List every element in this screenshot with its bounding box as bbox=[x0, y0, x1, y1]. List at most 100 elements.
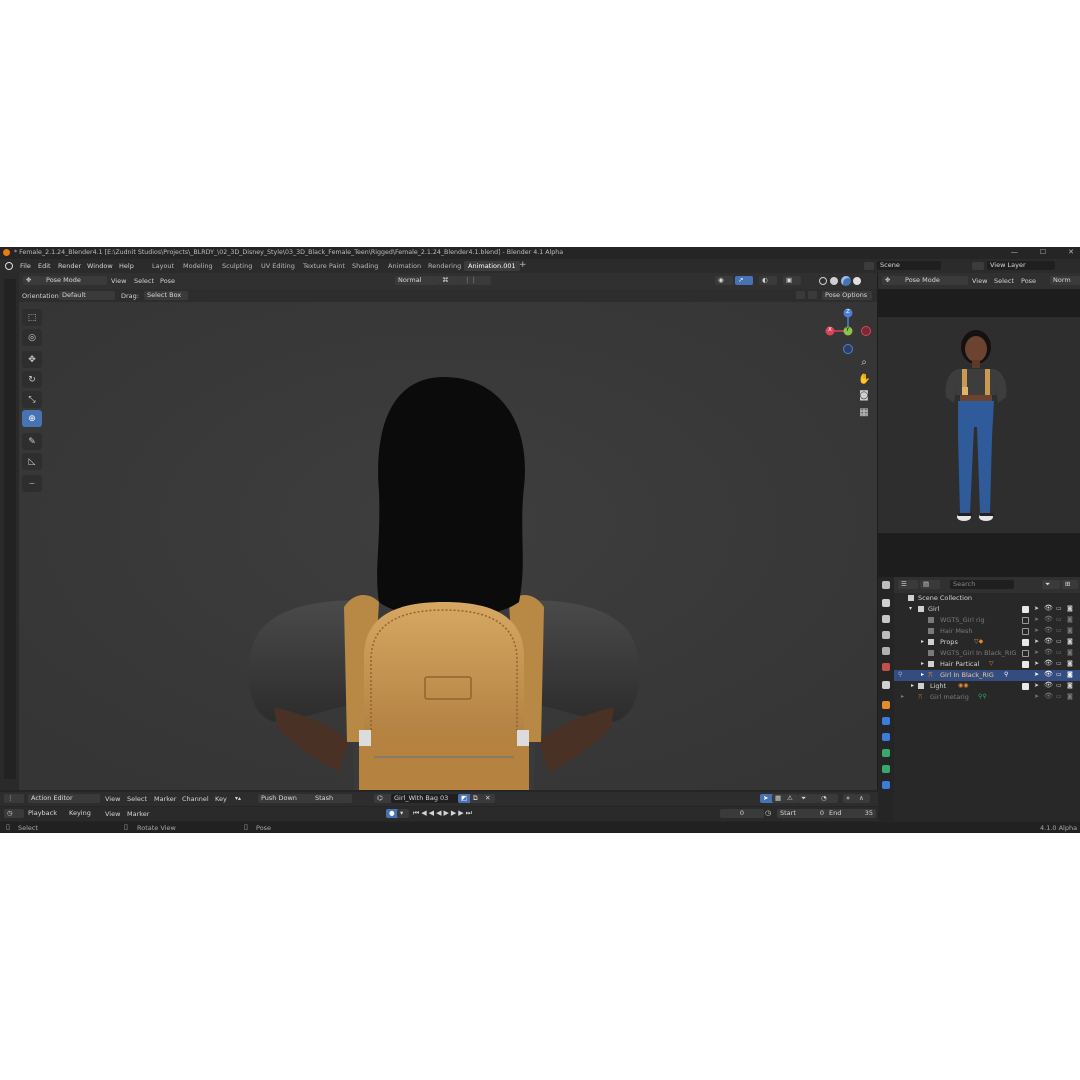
include-checkbox[interactable] bbox=[1022, 661, 1029, 668]
new-collection-icon[interactable]: ⊞ bbox=[1062, 580, 1078, 589]
push-down-button[interactable]: Push Down bbox=[258, 794, 314, 803]
tool-options-icon[interactable] bbox=[796, 291, 805, 299]
outliner-row[interactable]: Scene Collection bbox=[894, 593, 1080, 604]
render-camera-icon[interactable]: ◙ bbox=[1067, 616, 1073, 623]
include-checkbox[interactable] bbox=[1022, 617, 1029, 624]
eye-icon[interactable]: 👁 bbox=[1044, 637, 1053, 645]
navigation-gizmo[interactable]: Z X Y bbox=[824, 307, 874, 357]
outliner-editor-type-button[interactable]: ☰ bbox=[898, 580, 918, 589]
outliner-row[interactable]: Hair Mesh ➤ 👁 ▭ ◙ bbox=[894, 626, 1080, 637]
eye-icon[interactable]: 👁 bbox=[1044, 626, 1053, 634]
monitor-icon[interactable]: ▭ bbox=[1056, 671, 1062, 678]
monitor-icon[interactable]: ▭ bbox=[1056, 682, 1062, 689]
render-camera-icon[interactable]: ◙ bbox=[1067, 605, 1073, 612]
preview-menu-pose[interactable]: Pose bbox=[1021, 277, 1036, 285]
selectable-icon[interactable]: ➤ bbox=[1034, 671, 1039, 678]
tab-shading[interactable]: Shading bbox=[352, 262, 378, 270]
minimize-button[interactable]: — bbox=[1011, 248, 1018, 256]
transform-orientation-dropdown[interactable]: Normal bbox=[395, 276, 439, 285]
selectable-icon[interactable]: ➤ bbox=[1034, 616, 1039, 623]
keying-menu[interactable]: Keying bbox=[66, 809, 102, 818]
ae-menu-view[interactable]: View bbox=[105, 795, 120, 803]
monitor-icon[interactable]: ▭ bbox=[1056, 649, 1062, 656]
include-checkbox[interactable] bbox=[1022, 650, 1029, 657]
snap-icon[interactable]: ⋮⋮ bbox=[461, 276, 491, 285]
select-box-tool-icon[interactable]: ⬚ bbox=[22, 309, 42, 326]
tl-menu-view[interactable]: View bbox=[105, 810, 120, 818]
selectable-icon[interactable]: ➤ bbox=[1034, 660, 1039, 667]
tab-rendering[interactable]: Rendering bbox=[428, 262, 461, 270]
playback-menu[interactable]: Playback bbox=[25, 809, 69, 818]
expand-icon[interactable]: ▸ bbox=[911, 682, 914, 689]
pose-options-dropdown[interactable]: Pose Options bbox=[822, 291, 872, 300]
object-tab-icon[interactable] bbox=[882, 701, 890, 709]
render-camera-icon[interactable]: ◙ bbox=[1067, 671, 1073, 678]
eye-icon[interactable]: 👁 bbox=[1044, 670, 1053, 678]
drag-dropdown[interactable]: Select Box bbox=[144, 291, 188, 300]
collapse-icon[interactable]: ▾ bbox=[909, 605, 912, 612]
zoom-icon[interactable]: ⌕ bbox=[858, 357, 870, 369]
menu-render[interactable]: Render bbox=[58, 262, 81, 270]
physics-tab-icon[interactable] bbox=[882, 733, 890, 741]
3d-viewport[interactable] bbox=[19, 302, 877, 790]
menu-pose[interactable]: Pose bbox=[160, 277, 175, 285]
monitor-icon[interactable]: ▭ bbox=[1056, 693, 1062, 700]
snapping-icon[interactable]: ⋄ bbox=[843, 794, 857, 803]
selectable-icon[interactable]: ➤ bbox=[1034, 693, 1039, 700]
cursor-tool-icon[interactable]: ◎ bbox=[22, 329, 42, 346]
menu-edit[interactable]: Edit bbox=[38, 262, 51, 270]
ae-menu-channel[interactable]: Channel bbox=[182, 795, 209, 803]
eye-icon[interactable]: 👁 bbox=[1044, 692, 1053, 700]
ae-menu-select[interactable]: Select bbox=[127, 795, 147, 803]
render-camera-icon[interactable]: ◙ bbox=[1067, 649, 1073, 656]
stash-button[interactable]: Stash bbox=[312, 794, 352, 803]
output-tab-icon[interactable] bbox=[882, 615, 890, 623]
expand-icon[interactable]: ▸ bbox=[921, 660, 924, 667]
outliner-row[interactable]: ▸ Props ▽◆ ➤ 👁 ▭ ◙ bbox=[894, 637, 1080, 648]
selectable-icon[interactable]: ➤ bbox=[1034, 605, 1039, 612]
render-camera-icon[interactable]: ◙ bbox=[1067, 627, 1073, 634]
selectable-icon[interactable]: ➤ bbox=[1034, 627, 1039, 634]
shading-rendered-icon[interactable] bbox=[853, 277, 861, 285]
outliner-row[interactable]: ▸ ⚻ Girl metarig ⚲⚲ ➤ 👁 ▭ ◙ bbox=[894, 692, 1080, 703]
outliner-row[interactable]: WGTS_Girl rig ➤ 👁 ▭ ◙ bbox=[894, 615, 1080, 626]
menu-select[interactable]: Select bbox=[134, 277, 154, 285]
orientation-dropdown[interactable]: Default bbox=[59, 291, 115, 300]
scene-tab-icon[interactable] bbox=[882, 647, 890, 655]
monitor-icon[interactable]: ▭ bbox=[1056, 627, 1062, 634]
visibility-icon[interactable]: ◉ bbox=[715, 276, 733, 285]
eye-icon[interactable]: 👁 bbox=[1044, 681, 1053, 689]
preview-mode-dropdown[interactable]: Pose Mode bbox=[902, 276, 968, 285]
outliner-row[interactable]: WGTS_Girl In Black_RIG ➤ 👁 ▭ ◙ bbox=[894, 648, 1080, 659]
shading-wireframe-icon[interactable] bbox=[819, 277, 827, 285]
expand-icon[interactable]: ▸ bbox=[921, 638, 924, 645]
world-tab-icon[interactable] bbox=[882, 663, 890, 671]
layer-arrows-icon[interactable]: ▾▴ bbox=[235, 795, 241, 802]
collection-tab-icon[interactable] bbox=[882, 681, 890, 689]
start-frame-field[interactable]: Start 0 bbox=[777, 809, 827, 818]
outliner-display-mode-button[interactable]: ▤ bbox=[920, 580, 940, 589]
monitor-icon[interactable]: ▭ bbox=[1056, 660, 1062, 667]
selectable-icon[interactable]: ➤ bbox=[1034, 638, 1039, 645]
mode-dropdown[interactable]: Pose Mode bbox=[43, 276, 107, 285]
monitor-icon[interactable]: ▭ bbox=[1056, 638, 1062, 645]
outliner-row[interactable]: ▸ Hair Partical ▽ ➤ 👁 ▭ ◙ bbox=[894, 659, 1080, 670]
pose-tool-icon[interactable]: ⌣ bbox=[22, 475, 42, 492]
ae-menu-key[interactable]: Key bbox=[215, 795, 227, 803]
pivot-icon[interactable]: ⌘ bbox=[439, 276, 461, 285]
add-workspace-button[interactable]: + bbox=[519, 260, 527, 270]
ortho-grid-icon[interactable]: ▦ bbox=[858, 407, 870, 419]
preview-menu-select[interactable]: Select bbox=[994, 277, 1014, 285]
preview-editor-type-button[interactable]: ✥ bbox=[882, 276, 902, 285]
camera-icon[interactable]: ◙ bbox=[858, 390, 870, 402]
blender-menu-icon[interactable] bbox=[5, 262, 13, 270]
include-checkbox[interactable] bbox=[1022, 683, 1029, 690]
tab-modeling[interactable]: Modeling bbox=[183, 262, 213, 270]
preview-menu-view[interactable]: View bbox=[972, 277, 987, 285]
expand-icon[interactable]: ▸ bbox=[921, 671, 924, 678]
proportional-edit-icon[interactable]: ◔ bbox=[818, 794, 838, 803]
filter-icon[interactable]: ⏷ bbox=[1042, 580, 1060, 589]
tab-uv-editing[interactable]: UV Editing bbox=[261, 262, 295, 270]
shading-material-icon[interactable] bbox=[841, 276, 851, 286]
rotate-tool-icon[interactable]: ↻ bbox=[22, 371, 42, 388]
